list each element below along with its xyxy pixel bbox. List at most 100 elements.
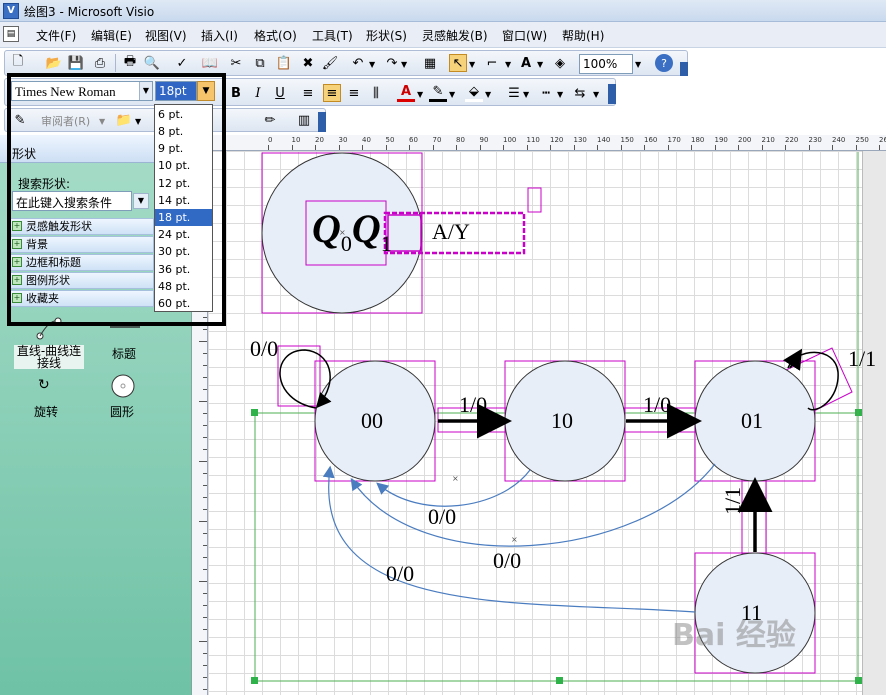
visio-icon[interactable]: V bbox=[3, 3, 19, 19]
print-icon[interactable]: 🖶 bbox=[121, 54, 139, 72]
size-option[interactable]: 14 pt. bbox=[155, 192, 212, 209]
fill-tool-icon[interactable]: ◈ bbox=[551, 54, 569, 72]
copy-icon[interactable]: ⧉ bbox=[251, 54, 269, 72]
open-icon[interactable]: 📂 bbox=[45, 54, 63, 72]
menu-edit[interactable]: 编辑(E) bbox=[91, 27, 132, 44]
stencil-borders[interactable]: + 边框和标题 bbox=[9, 254, 154, 271]
font-color-dropdown-icon[interactable]: ▼ bbox=[417, 90, 423, 99]
connector-dropdown-icon[interactable]: ▼ bbox=[505, 60, 511, 69]
text-block-icon[interactable]: ⫼ bbox=[367, 84, 385, 102]
size-option[interactable]: 6 pt. bbox=[155, 106, 212, 123]
stencil-legend[interactable]: + 图例形状 bbox=[9, 272, 154, 289]
connector-tool-icon[interactable]: ⌐ bbox=[483, 54, 501, 72]
menu-tools[interactable]: 工具(T) bbox=[312, 27, 353, 44]
align-left-icon[interactable]: ≡ bbox=[299, 84, 317, 102]
font-name-dropdown-icon[interactable]: ▼ bbox=[139, 82, 152, 100]
reviewer-dropdown-icon[interactable]: ▼ bbox=[99, 117, 105, 126]
font-size-dropdown-icon[interactable]: ▼ bbox=[197, 81, 215, 101]
circle-label[interactable]: 圆形 bbox=[110, 403, 134, 420]
save-icon[interactable]: 💾 bbox=[67, 54, 85, 72]
align-right-icon[interactable]: ≡ bbox=[345, 84, 363, 102]
line-pattern-dropdown-icon[interactable]: ▼ bbox=[557, 90, 563, 99]
circle-icon[interactable] bbox=[110, 373, 136, 399]
connector-icon[interactable] bbox=[30, 315, 64, 343]
markup-icon[interactable]: ✎ bbox=[11, 111, 29, 129]
align-center-icon[interactable]: ≡ bbox=[323, 84, 341, 102]
search-input[interactable]: 在此键入搜索条件 bbox=[12, 191, 132, 211]
help-icon[interactable]: ? bbox=[655, 54, 673, 72]
search-dropdown-icon[interactable]: ▼ bbox=[133, 193, 149, 209]
connector-label[interactable]: 直线-曲线连 接线 bbox=[14, 345, 84, 369]
size-option[interactable]: 8 pt. bbox=[155, 123, 212, 140]
preview-icon[interactable]: 🔍 bbox=[143, 54, 161, 72]
pointer-dropdown-icon[interactable]: ▼ bbox=[469, 60, 475, 69]
line-ends-icon[interactable]: ⇆ bbox=[571, 84, 589, 102]
font-name-box[interactable]: Times New Roman bbox=[11, 81, 153, 101]
stencil-backgrounds[interactable]: + 背景 bbox=[9, 236, 154, 253]
zoom-box[interactable]: 100% bbox=[579, 54, 633, 74]
menu-file[interactable]: 文件(F) bbox=[36, 27, 76, 44]
pointer-icon[interactable]: ↖ bbox=[449, 54, 467, 72]
comment-icon[interactable]: 📁 bbox=[115, 111, 133, 129]
title-icon[interactable] bbox=[108, 319, 142, 333]
cut-icon[interactable]: ✂ bbox=[227, 54, 245, 72]
menu-view[interactable]: 视图(V) bbox=[145, 27, 187, 44]
size-option[interactable]: 60 pt. bbox=[155, 295, 212, 312]
paste-icon[interactable]: 📋 bbox=[275, 54, 293, 72]
zoom-dropdown-icon[interactable]: ▼ bbox=[635, 60, 641, 69]
menu-help[interactable]: 帮助(H) bbox=[562, 27, 604, 44]
size-option-selected[interactable]: 18 pt. bbox=[155, 209, 212, 227]
fill-color-icon[interactable]: ⬙ bbox=[465, 84, 483, 102]
menu-format[interactable]: 格式(O) bbox=[254, 27, 297, 44]
toolbar-options-icon[interactable] bbox=[680, 62, 688, 76]
fill-color-dropdown-icon[interactable]: ▼ bbox=[485, 90, 491, 99]
menu-brainstorm[interactable]: 灵感触发(B) bbox=[422, 27, 488, 44]
size-option[interactable]: 10 pt. bbox=[155, 157, 212, 174]
text-dropdown-icon[interactable]: ▼ bbox=[537, 60, 543, 69]
rotate-icon[interactable]: ↻ bbox=[38, 377, 50, 393]
reviewer-button[interactable]: 审阅者(R) bbox=[41, 113, 90, 129]
permission-icon[interactable]: ⎙ bbox=[91, 54, 109, 72]
line-weight-dropdown-icon[interactable]: ▼ bbox=[523, 90, 529, 99]
undo-dropdown-icon[interactable]: ▼ bbox=[369, 60, 375, 69]
new-icon[interactable]: 🗋 bbox=[9, 54, 27, 72]
font-color-icon[interactable]: A bbox=[397, 84, 415, 102]
menu-insert[interactable]: 插入(I) bbox=[201, 27, 238, 44]
reviewing-pane-icon[interactable]: ▥ bbox=[295, 111, 313, 129]
delete-icon[interactable]: ✖ bbox=[299, 54, 317, 72]
line-color-dropdown-icon[interactable]: ▼ bbox=[449, 90, 455, 99]
title-label[interactable]: 标题 bbox=[112, 345, 136, 362]
line-ends-dropdown-icon[interactable]: ▼ bbox=[593, 90, 599, 99]
format-painter-icon[interactable]: 🖌 bbox=[321, 54, 339, 72]
underline-icon[interactable]: U bbox=[271, 84, 289, 102]
toolbar-options-icon-3[interactable] bbox=[318, 112, 326, 132]
line-weight-icon[interactable]: ☰ bbox=[505, 84, 523, 102]
redo-icon[interactable]: ↷ bbox=[383, 54, 401, 72]
document-icon[interactable]: ▤ bbox=[3, 26, 19, 42]
font-size-box[interactable]: 18pt bbox=[155, 81, 197, 101]
size-option[interactable]: 36 pt. bbox=[155, 261, 212, 278]
spelling-icon[interactable]: ✓ bbox=[173, 54, 191, 72]
menu-window[interactable]: 窗口(W) bbox=[502, 27, 547, 44]
size-option[interactable]: 48 pt. bbox=[155, 278, 212, 295]
italic-icon[interactable]: I bbox=[249, 84, 267, 102]
line-pattern-icon[interactable]: ┅ bbox=[537, 84, 555, 102]
toolbar-options-icon-2[interactable] bbox=[608, 84, 616, 104]
research-icon[interactable]: 📖 bbox=[201, 54, 219, 72]
menu-shapes[interactable]: 形状(S) bbox=[366, 27, 407, 44]
rotate-label[interactable]: 旋转 bbox=[34, 403, 58, 420]
shapes-window-icon[interactable]: ▦ bbox=[421, 54, 439, 72]
size-option[interactable]: 24 pt. bbox=[155, 226, 212, 243]
redo-dropdown-icon[interactable]: ▼ bbox=[401, 60, 407, 69]
stencil-brainstorm[interactable]: + 灵感触发形状 bbox=[9, 218, 154, 235]
size-option[interactable]: 12 pt. bbox=[155, 175, 212, 192]
undo-icon[interactable]: ↶ bbox=[349, 54, 367, 72]
legend-label[interactable]: A/Y bbox=[432, 219, 470, 245]
size-option[interactable]: 30 pt. bbox=[155, 243, 212, 260]
bold-icon[interactable]: B bbox=[227, 84, 245, 102]
ink-icon[interactable]: ✏ bbox=[261, 111, 279, 129]
text-tool-icon[interactable]: A bbox=[517, 54, 535, 72]
line-color-icon[interactable]: ✎ bbox=[429, 84, 447, 102]
stencil-favorites[interactable]: + 收藏夹 bbox=[9, 290, 154, 307]
comment-dropdown-icon[interactable]: ▼ bbox=[135, 117, 141, 126]
